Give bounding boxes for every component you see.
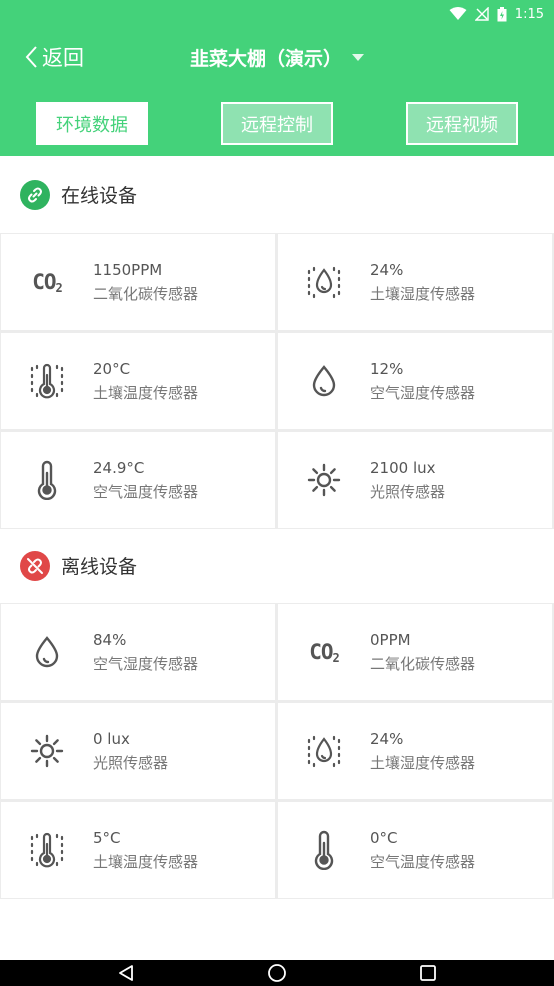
sensor-value: 0PPM [370, 631, 411, 649]
circle-home-icon [268, 964, 286, 982]
sensor-label: 空气温度传感器 [370, 853, 476, 871]
sensor-label: 土壤湿度传感器 [370, 754, 476, 772]
air-humidity-icon [278, 333, 370, 429]
thermometer-icon [278, 802, 370, 898]
sensor-card[interactable]: 12% 空气湿度传感器 [278, 333, 552, 429]
tab-remote-video[interactable]: 远程视频 [406, 102, 518, 145]
thermometer-icon [1, 432, 93, 528]
soil-temperature-icon [1, 802, 93, 898]
sensor-value: 5°C [93, 829, 121, 847]
offline-sensor-grid: 84% 空气湿度传感器 CO2 0PPM 二氧化碳传感器 0 lux 光照传感器 24… [0, 603, 554, 899]
link-icon [20, 179, 50, 210]
sensor-value: 24% [370, 730, 404, 748]
app-header: 返回 韭菜大棚（演示） 环境数据 远程控制 远程视频 [0, 28, 554, 156]
page-title: 韭菜大棚（演示） [189, 47, 342, 70]
nav-back-button[interactable] [106, 960, 146, 986]
status-time: 1:15 [514, 6, 544, 22]
sensor-card[interactable]: 24% 土壤湿度传感器 [278, 703, 552, 799]
air-humidity-icon [1, 604, 93, 700]
status-bar: 1:15 [0, 0, 554, 28]
tab-remote-control[interactable]: 远程控制 [221, 102, 333, 145]
square-recents-icon [420, 965, 437, 981]
sensor-value: 24.9°C [93, 459, 145, 477]
sensor-value: 2100 lux [370, 459, 436, 477]
sensor-card[interactable]: 84% 空气湿度传感器 [1, 604, 275, 700]
sun-icon [1, 703, 93, 799]
dropdown-caret-icon [352, 53, 364, 61]
sensor-label: 土壤温度传感器 [93, 384, 199, 402]
sensor-label: 二氧化碳传感器 [93, 285, 199, 303]
soil-moisture-icon [278, 703, 370, 799]
sensor-label: 空气湿度传感器 [93, 655, 199, 673]
soil-moisture-icon [278, 234, 370, 330]
nav-recents-button[interactable] [408, 960, 448, 986]
sensor-value: 20°C [93, 360, 131, 378]
sensor-card[interactable]: 0°C 空气温度传感器 [278, 802, 552, 898]
tab-environment-data[interactable]: 环境数据 [36, 102, 148, 145]
sensor-value: 0 lux [93, 730, 130, 748]
sensor-label: 空气温度传感器 [93, 483, 199, 501]
sensor-card[interactable]: 20°C 土壤温度传感器 [1, 333, 275, 429]
sensor-value: 12% [370, 360, 404, 378]
sensor-value: 1150PPM [93, 261, 163, 279]
sensor-label: 空气湿度传感器 [370, 384, 476, 402]
no-signal-icon [474, 7, 489, 21]
sensor-label: 土壤湿度传感器 [370, 285, 476, 303]
tab-bar: 环境数据 远程控制 远程视频 [0, 102, 554, 145]
sensor-card[interactable]: 24% 土壤湿度传感器 [278, 234, 552, 330]
co2-icon: CO2 [309, 639, 340, 665]
sensor-value: 84% [93, 631, 127, 649]
sensor-card[interactable]: 24.9°C 空气温度传感器 [1, 432, 275, 528]
system-nav-bar [0, 960, 554, 986]
online-section-header: 在线设备 [0, 156, 554, 233]
soil-temperature-icon [1, 333, 93, 429]
online-section-title: 在线设备 [61, 185, 138, 207]
sensor-card[interactable]: 2100 lux 光照传感器 [278, 432, 552, 528]
sensor-label: 光照传感器 [370, 483, 446, 501]
sensor-card[interactable]: 5°C 土壤温度传感器 [1, 802, 275, 898]
wifi-icon [449, 7, 467, 21]
sensor-value: 24% [370, 261, 404, 279]
sensor-label: 光照传感器 [93, 754, 169, 772]
battery-icon [497, 6, 507, 22]
nav-home-button[interactable] [257, 960, 297, 986]
sensor-card[interactable]: CO2 1150PPM 二氧化碳传感器 [1, 234, 275, 330]
triangle-back-icon [118, 965, 133, 981]
co2-icon: CO2 [32, 269, 63, 295]
offline-section-title: 离线设备 [61, 556, 138, 578]
sensor-label: 土壤温度传感器 [93, 853, 199, 871]
greenhouse-selector[interactable]: 韭菜大棚（演示） [0, 42, 554, 72]
sensor-card[interactable]: CO2 0PPM 二氧化碳传感器 [278, 604, 552, 700]
offline-section-header: 离线设备 [0, 527, 554, 604]
sensor-label: 二氧化碳传感器 [370, 655, 476, 673]
sensor-card[interactable]: 0 lux 光照传感器 [1, 703, 275, 799]
sun-icon [278, 432, 370, 528]
sensor-value: 0°C [370, 829, 398, 847]
broken-link-icon [20, 550, 50, 581]
online-sensor-grid: CO2 1150PPM 二氧化碳传感器 24% 土壤湿度传感器 20°C 土壤温度传感… [0, 233, 554, 529]
